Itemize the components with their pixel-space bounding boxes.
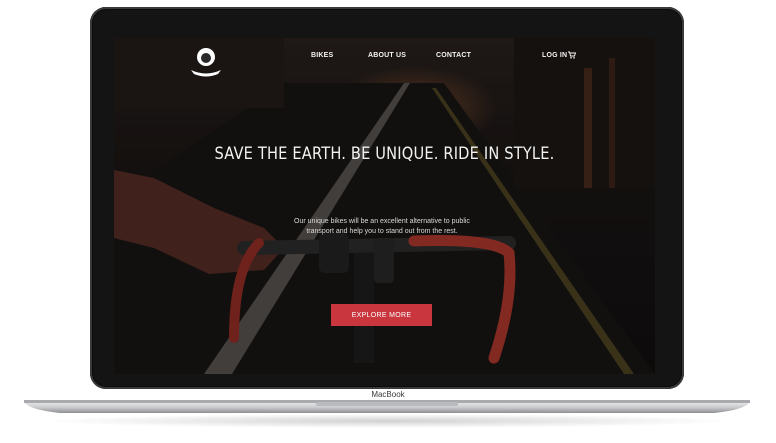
login-link[interactable]: LOG IN (542, 52, 567, 59)
hero-title: SAVE THE EARTH. BE UNIQUE. RIDE IN STYLE… (214, 144, 555, 164)
hero-subtitle-line: transport and help you to stand out from… (306, 228, 458, 235)
cart-icon[interactable] (568, 51, 576, 59)
explore-more-button[interactable]: EXPLORE MORE (331, 304, 432, 326)
nav-contact-link[interactable]: CONTACT (436, 52, 471, 59)
hero-subtitle-line: Our unique bikes will be an excellent al… (294, 218, 470, 225)
base-shadow (40, 414, 736, 428)
website-screen: BIKES ABOUT US CONTACT LOG IN SAVE THE E… (114, 38, 655, 374)
nav-about-link[interactable]: ABOUT US (368, 52, 406, 59)
hero-subtitle: Our unique bikes will be an excellent al… (272, 217, 492, 237)
lion-head-icon[interactable] (184, 44, 228, 78)
device-label: MacBook (371, 390, 405, 399)
nav-bikes-link[interactable]: BIKES (311, 52, 333, 59)
